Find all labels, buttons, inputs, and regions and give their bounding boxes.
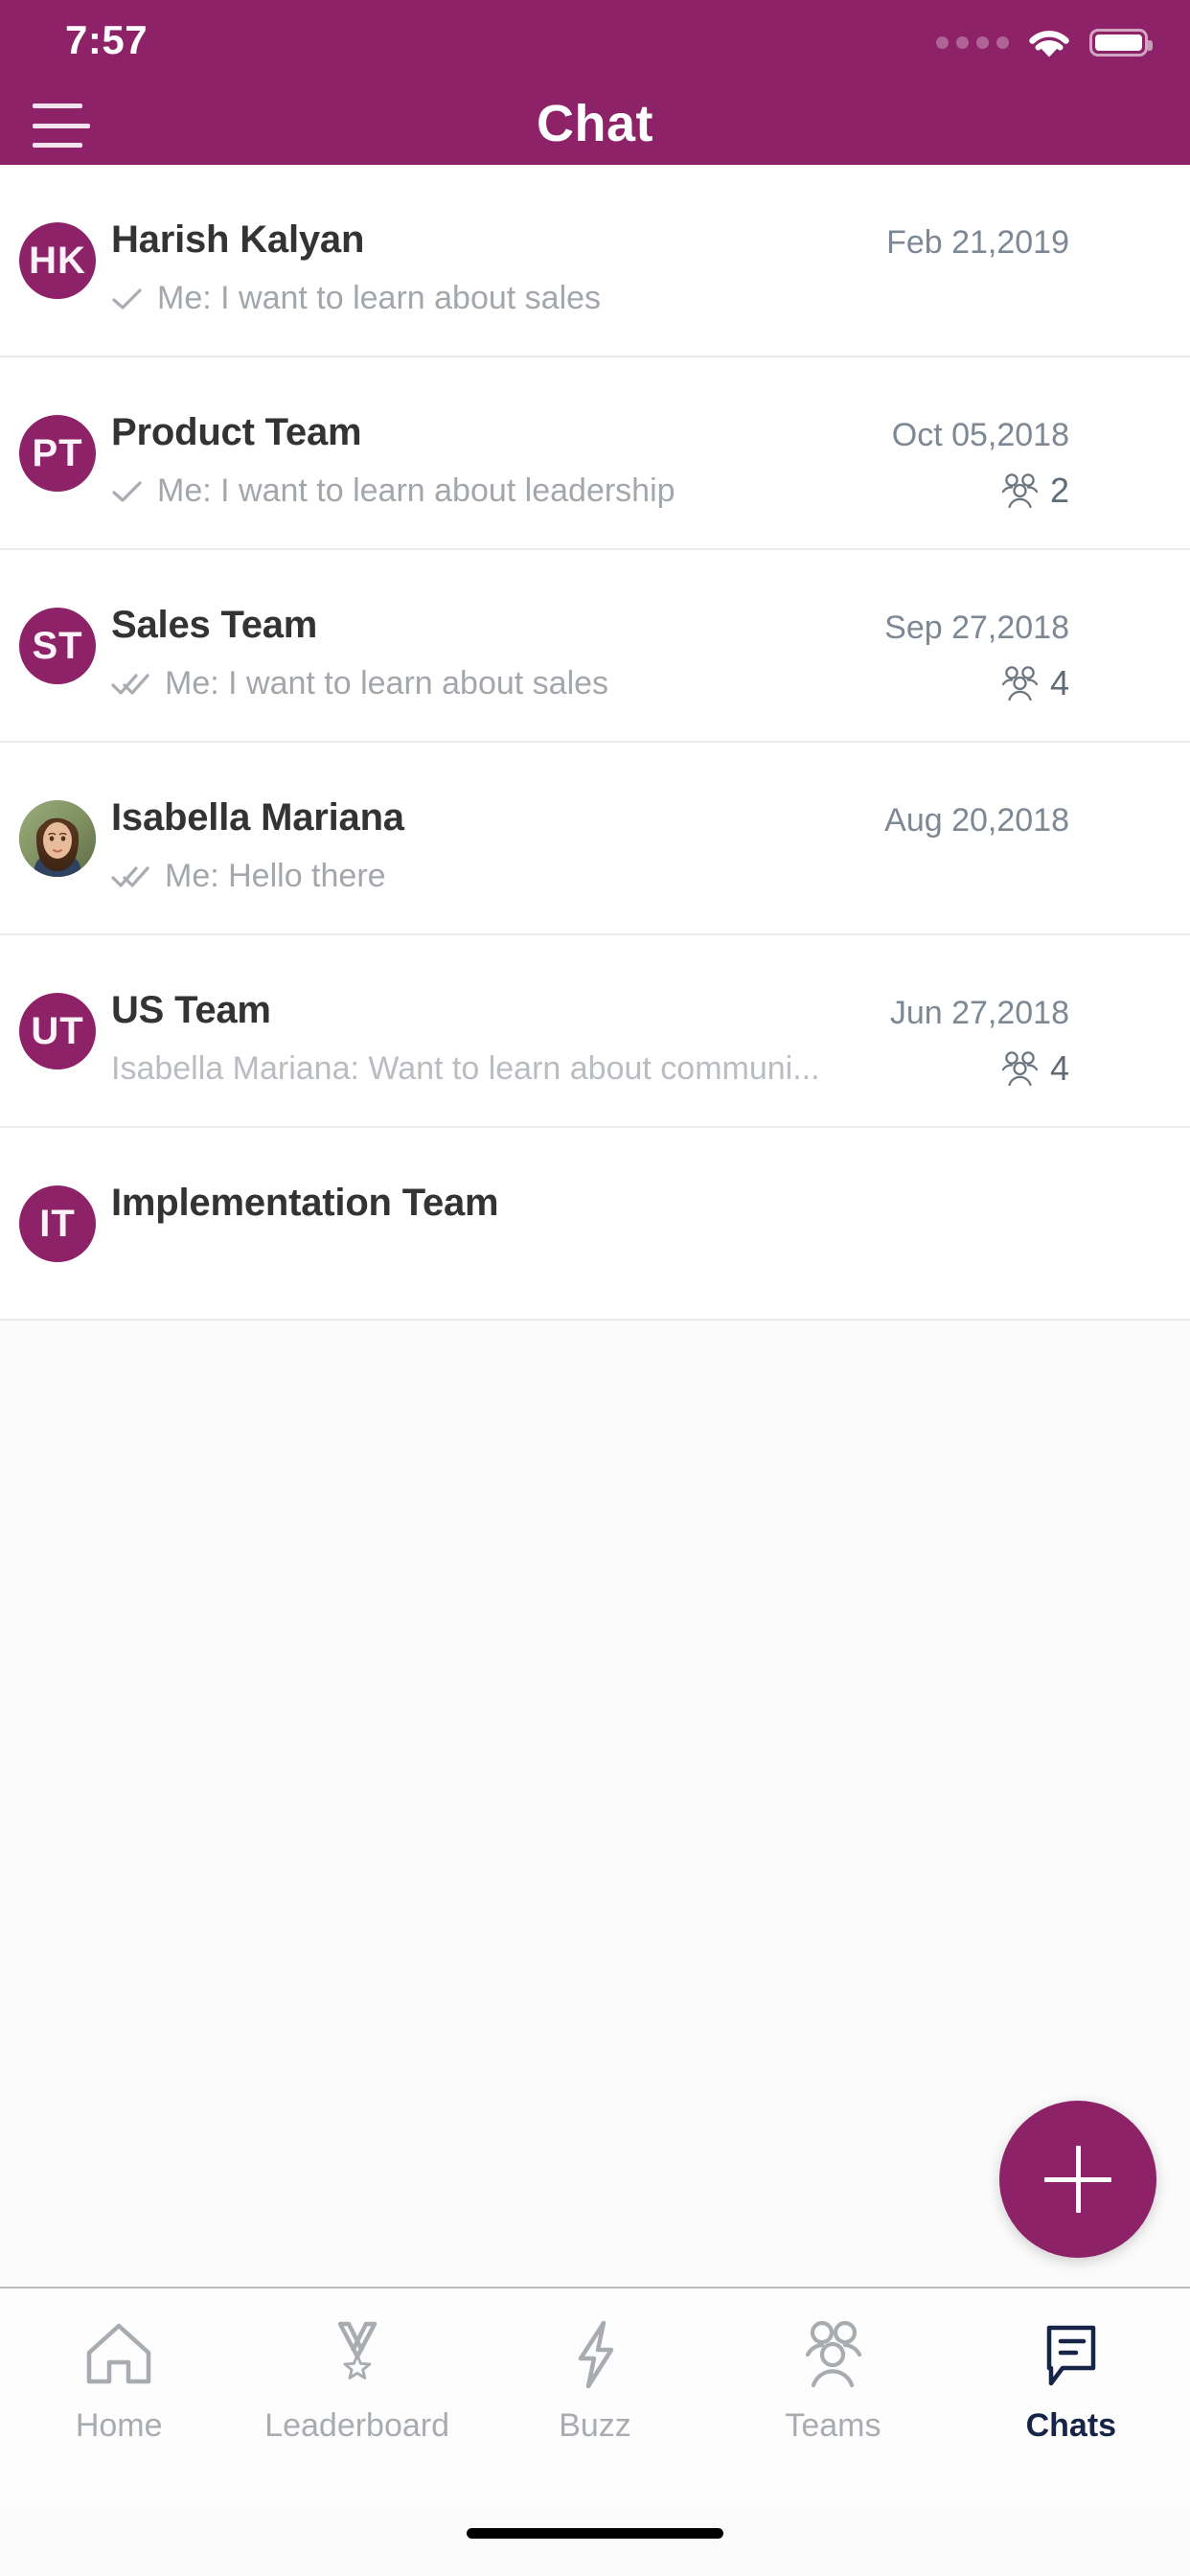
avatar-initials: HK [29,239,86,282]
chat-screen: 7:57 Chat HK Harish Kalyan Feb 21,2019 M… [0,0,1190,2576]
member-count: 4 [1049,1048,1069,1088]
tab-teams[interactable]: Teams [714,2288,951,2509]
avatar-initials: ST [32,624,83,667]
chat-preview-row: Me: I want to learn about leadership [111,472,675,510]
page-title: Chat [537,95,653,152]
member-count-group: 4 [1000,1048,1069,1089]
chat-list-item[interactable]: UT US Team Jun 27,2018 Isabella Mariana:… [0,935,1190,1128]
member-count: 2 [1049,471,1069,510]
tab-label: Buzz [559,2407,631,2444]
navigation-bar: Chat [0,82,1190,165]
chat-preview-row: Isabella Mariana: Want to learn about co… [111,1050,820,1088]
avatar-initials: IT [39,1202,76,1245]
group-members-icon [1001,473,1039,509]
chat-preview-text: Isabella Mariana: Want to learn about co… [111,1050,820,1087]
home-indicator[interactable] [467,2528,723,2539]
medal-icon [320,2315,395,2394]
lightning-icon [558,2315,632,2394]
chat-name: Harish Kalyan [111,218,365,261]
avatar: PT [19,415,96,492]
chat-preview-row: Me: Hello there [111,858,386,895]
chat-preview-text: Me: I want to learn about sales [165,665,609,702]
people-icon [795,2315,870,2394]
member-count-group: 4 [1000,663,1069,703]
chat-list-item[interactable]: Isabella Mariana Aug 20,2018 Me: Hello t… [0,743,1190,935]
status-bar-indicators [936,25,1153,59]
chat-preview-row: Me: I want to learn about sales [111,665,608,702]
member-count-group: 2 [1000,471,1069,511]
status-bar: 7:57 [0,0,1190,82]
home-icon [81,2315,156,2394]
member-count: 4 [1049,663,1069,702]
avatar: IT [19,1185,96,1262]
status-bar-time: 7:57 [65,17,149,62]
chat-list-item[interactable]: HK Harish Kalyan Feb 21,2019 Me: I want … [0,165,1190,357]
chat-list-item[interactable]: PT Product Team Oct 05,2018 Me: I want t… [0,357,1190,550]
double-check-icon [111,673,149,695]
tab-label: Leaderboard [264,2407,450,2444]
avatar: HK [19,222,96,299]
single-check-icon [112,480,142,502]
signal-dots-icon [936,35,1009,49]
chat-date: Oct 05,2018 [891,417,1069,453]
avatar [19,800,96,877]
plus-icon-vertical [1075,2146,1081,2213]
wifi-icon [1029,31,1069,58]
app-header: 7:57 Chat [0,0,1190,165]
chat-list: HK Harish Kalyan Feb 21,2019 Me: I want … [0,165,1190,1321]
single-check-icon [112,288,142,310]
avatar-initials: UT [31,1009,84,1052]
chat-list-item[interactable]: ST Sales Team Sep 27,2018 Me: I want to … [0,550,1190,743]
tab-leaderboard[interactable]: Leaderboard [238,2288,475,2509]
chat-name: US Team [111,989,271,1031]
avatar: ST [19,608,96,684]
avatar-photo [19,800,96,877]
chat-date: Jun 27,2018 [889,995,1069,1031]
chat-preview-text: Me: Hello there [165,858,386,894]
tab-chats[interactable]: Chats [952,2288,1190,2509]
new-chat-fab-button[interactable] [999,2101,1156,2258]
battery-full-icon [1089,28,1153,57]
chat-bubble-icon [1034,2315,1109,2394]
tab-label: Chats [1025,2407,1117,2444]
tab-label: Home [75,2407,163,2444]
bottom-tab-bar: Home Leaderboard Buzz Teams Chats [0,2287,1190,2507]
tab-home[interactable]: Home [0,2288,238,2509]
chat-preview-text: Me: I want to learn about leadership [157,472,675,509]
chat-preview-text: Me: I want to learn about sales [157,280,602,316]
chat-preview-row: Me: I want to learn about sales [111,280,601,317]
chat-list-item[interactable]: IT Implementation Team [0,1128,1190,1321]
double-check-icon [111,865,149,887]
chat-name: Product Team [111,411,362,453]
tab-label: Teams [785,2407,881,2444]
chat-name: Implementation Team [111,1182,499,1224]
avatar: UT [19,993,96,1070]
chat-date: Aug 20,2018 [884,802,1069,839]
chat-name: Isabella Mariana [111,796,404,839]
chat-name: Sales Team [111,604,318,646]
avatar-initials: PT [32,431,83,474]
group-members-icon [1001,1051,1039,1087]
chat-date: Feb 21,2019 [886,224,1069,261]
chat-date: Sep 27,2018 [884,610,1069,646]
group-members-icon [1001,666,1039,702]
tab-buzz[interactable]: Buzz [476,2288,714,2509]
